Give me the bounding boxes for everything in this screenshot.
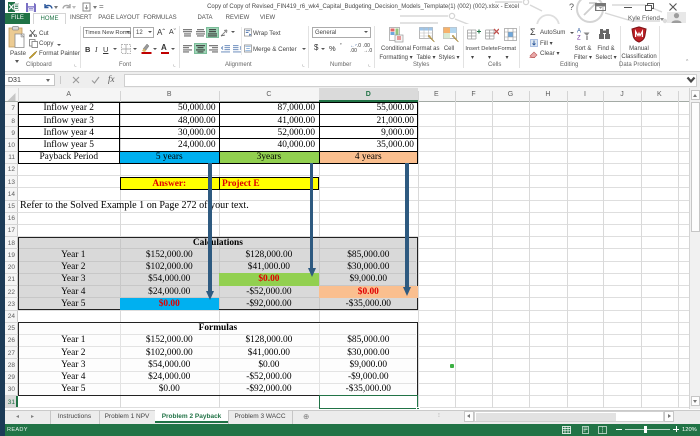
svg-text:A: A [577,29,581,35]
svg-text:Z: Z [577,36,581,42]
